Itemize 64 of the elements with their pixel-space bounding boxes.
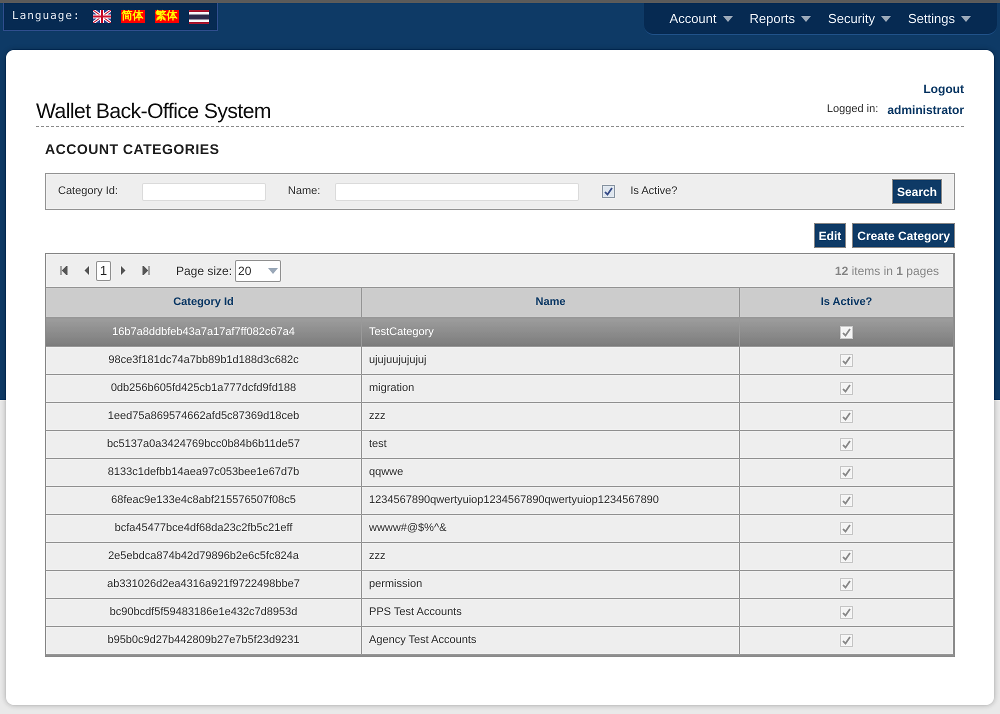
- table-cell: permission: [361, 571, 739, 599]
- checkbox[interactable]: [840, 494, 853, 507]
- table-cell: PPS Test Accounts: [361, 599, 739, 627]
- nav-menu-item[interactable]: Account: [670, 8, 733, 28]
- current-page[interactable]: 1: [96, 260, 111, 280]
- checkbox[interactable]: [840, 606, 853, 619]
- first-page-icon[interactable]: [60, 266, 68, 275]
- table-cell: 16b7a8ddbfeb43a7a17af7ff082c67a4: [46, 319, 361, 347]
- nav-menu-item[interactable]: Settings: [908, 8, 971, 28]
- checkbox[interactable]: [840, 550, 853, 563]
- table-cell: TestCategory: [361, 319, 739, 347]
- table-cell: ujujuujujujuj: [361, 347, 739, 375]
- uk-flag-icon[interactable]: [92, 10, 111, 23]
- nav-menu-item[interactable]: Security: [828, 8, 892, 28]
- logout-link[interactable]: Logout: [923, 80, 964, 98]
- is-active-label: Is Active?: [630, 184, 678, 200]
- checkbox[interactable]: [840, 382, 853, 395]
- table-cell: Agency Test Accounts: [361, 627, 739, 655]
- table-cell: 1234567890qwertyuiop1234567890qwertyuiop1234567890: [361, 487, 739, 515]
- search-button[interactable]: Search: [892, 179, 942, 204]
- page-size-select[interactable]: 20: [235, 260, 282, 282]
- name-input[interactable]: [335, 182, 580, 200]
- checkbox[interactable]: [840, 634, 853, 647]
- checkbox[interactable]: [840, 466, 853, 479]
- checkbox[interactable]: [840, 326, 853, 339]
- page-heading: ACCOUNT CATEGORIES: [45, 140, 220, 159]
- table-cell: qqwwe: [361, 459, 739, 487]
- category-id-input[interactable]: [142, 182, 266, 200]
- table-cell: migration: [361, 375, 739, 403]
- checkbox[interactable]: [840, 522, 853, 535]
- caret-icon: [722, 16, 733, 22]
- caret-icon: [881, 16, 892, 22]
- checkbox[interactable]: [840, 438, 853, 451]
- previous-page-icon[interactable]: [84, 266, 90, 275]
- table-cell: wwww#@$%^&: [361, 515, 739, 543]
- dropdown-caret-icon: [268, 268, 278, 274]
- caret-icon: [961, 16, 971, 22]
- language-label: Language:: [12, 8, 81, 24]
- action-button[interactable]: Edit: [814, 223, 846, 248]
- logged-in-label: Logged in:: [826, 102, 878, 117]
- checkbox[interactable]: [840, 410, 853, 423]
- app-title: Wallet Back-Office System: [36, 100, 271, 124]
- language-option[interactable]: 简体: [120, 10, 145, 23]
- language-option[interactable]: 繁体: [154, 10, 179, 23]
- nav-menu-item[interactable]: Reports: [750, 8, 812, 28]
- next-page-icon[interactable]: [120, 266, 126, 275]
- page-size-label: Page size:: [176, 262, 232, 280]
- table-cell: zzz: [361, 543, 739, 571]
- column-header[interactable]: Category Id: [46, 287, 361, 319]
- checkbox[interactable]: [840, 354, 853, 367]
- column-header[interactable]: Is Active?: [739, 287, 953, 319]
- category-id-label: Category Id:: [58, 184, 118, 200]
- table-cell: test: [361, 431, 739, 459]
- column-header[interactable]: Name: [361, 287, 739, 319]
- caret-icon: [801, 16, 812, 22]
- user-name: administrator: [887, 102, 964, 119]
- thai-flag-icon[interactable]: [188, 10, 209, 24]
- action-button[interactable]: Create Category: [852, 223, 955, 248]
- checkbox[interactable]: [602, 185, 616, 198]
- table-cell: zzz: [361, 403, 739, 431]
- last-page-icon[interactable]: [142, 266, 150, 275]
- pager-summary: 12 items in 1 pages: [834, 262, 939, 280]
- checkbox[interactable]: [840, 578, 853, 591]
- name-label: Name:: [288, 184, 320, 200]
